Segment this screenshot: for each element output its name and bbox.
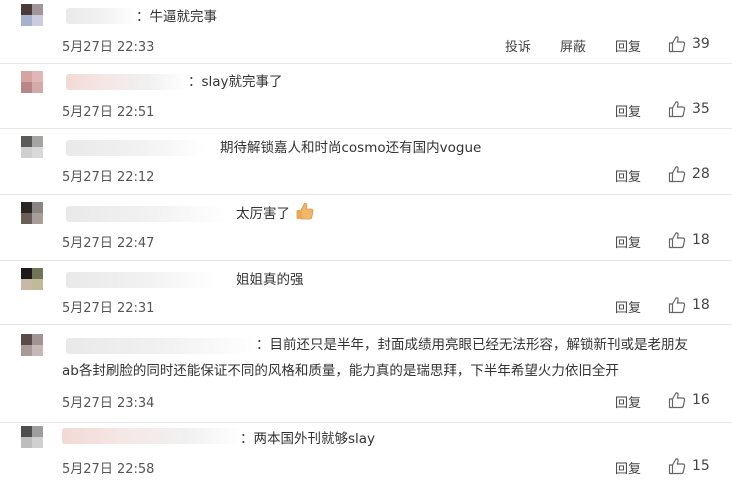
username-blurred[interactable]: [66, 8, 136, 24]
avatar[interactable]: [21, 202, 43, 224]
comment-item: ：牛逼就完事 5月27日 22:33 投诉 屏蔽 回复 39: [0, 0, 732, 64]
comment-text: ：slay就完事了: [188, 74, 283, 90]
reply-button[interactable]: 回复: [615, 458, 641, 477]
reply-button[interactable]: 回复: [615, 392, 641, 411]
like-count: 35: [692, 101, 710, 117]
like-button[interactable]: 35: [668, 99, 710, 119]
like-button[interactable]: 18: [668, 295, 710, 315]
comment-text-content: 太厉害了: [236, 206, 290, 222]
comment-text: ：两本国外刊就够slay: [240, 431, 376, 447]
thumbs-up-icon: [668, 458, 686, 475]
comment-item: ：两本国外刊就够slay 5月27日 22:58 回复 15: [0, 422, 732, 488]
like-button[interactable]: 15: [668, 456, 710, 476]
comment-timestamp: 5月27日 22:12: [62, 170, 155, 185]
comment-list: ：牛逼就完事 5月27日 22:33 投诉 屏蔽 回复 39 ：slay就完事了…: [0, 0, 732, 488]
like-count: 16: [692, 392, 710, 408]
username-blurred[interactable]: [66, 74, 186, 90]
thumbs-up-icon: [668, 101, 686, 118]
avatar[interactable]: [21, 426, 43, 448]
username-blurred[interactable]: [66, 140, 206, 156]
comment-text: ：目前还只是半年，封面成绩用亮眼已经无法形容，解锁新刊或是老朋友ab各封刷脸的同…: [62, 337, 688, 379]
comment-item: 姐姐真的强 5月27日 22:31 回复 18: [0, 260, 732, 325]
like-count: 28: [692, 166, 710, 182]
like-count: 15: [692, 458, 710, 474]
like-count: 18: [692, 232, 710, 248]
avatar[interactable]: [21, 4, 43, 26]
thumbs-up-icon: [668, 392, 686, 409]
comment-text: ：牛逼就完事: [136, 9, 217, 25]
avatar[interactable]: [21, 334, 43, 356]
comment-timestamp: 5月27日 22:31: [62, 301, 155, 316]
comment-timestamp: 5月27日 22:51: [62, 105, 155, 120]
comment-timestamp: 5月27日 22:33: [62, 40, 155, 55]
avatar[interactable]: [21, 268, 43, 290]
like-count: 39: [692, 36, 710, 52]
comment-timestamp: 5月27日 22:58: [62, 462, 155, 477]
comment-item: 太厉害了 5月27日 22:47 回复 18: [0, 194, 732, 261]
thumbs-up-icon: [668, 36, 686, 53]
comment-item: 期待解锁嘉人和时尚cosmo还有国内vogue 5月27日 22:12 回复 2…: [0, 128, 732, 195]
report-button[interactable]: 投诉: [505, 36, 531, 55]
reply-button[interactable]: 回复: [615, 36, 641, 55]
comment-text: 期待解锁嘉人和时尚cosmo还有国内vogue: [220, 140, 482, 156]
like-count: 18: [692, 297, 710, 313]
comment-timestamp: 5月27日 23:34: [62, 396, 155, 411]
username-blurred[interactable]: [66, 206, 226, 222]
avatar[interactable]: [21, 136, 43, 158]
like-button[interactable]: 28: [668, 164, 710, 184]
comment-timestamp: 5月27日 22:47: [62, 236, 155, 251]
thumbs-up-emoji-icon: [296, 202, 314, 220]
like-button[interactable]: 18: [668, 230, 710, 250]
reply-button[interactable]: 回复: [615, 297, 641, 316]
block-button[interactable]: 屏蔽: [560, 36, 586, 55]
thumbs-up-icon: [668, 297, 686, 314]
avatar[interactable]: [21, 71, 43, 93]
comment-item: ：slay就完事了 5月27日 22:51 回复 35: [0, 63, 732, 129]
username-blurred[interactable]: [62, 428, 242, 444]
like-button[interactable]: 16: [668, 390, 710, 410]
thumbs-up-icon: [668, 166, 686, 183]
username-blurred[interactable]: [66, 272, 216, 288]
thumbs-up-icon: [668, 232, 686, 249]
comment-item: ：目前还只是半年，封面成绩用亮眼已经无法形容，解锁新刊或是老朋友ab各封刷脸的同…: [0, 324, 732, 423]
reply-button[interactable]: 回复: [615, 166, 641, 185]
comment-text: 姐姐真的强: [236, 272, 304, 288]
reply-button[interactable]: 回复: [615, 101, 641, 120]
reply-button[interactable]: 回复: [615, 232, 641, 251]
like-button[interactable]: 39: [668, 34, 710, 54]
comment-text: 太厉害了: [236, 201, 315, 227]
